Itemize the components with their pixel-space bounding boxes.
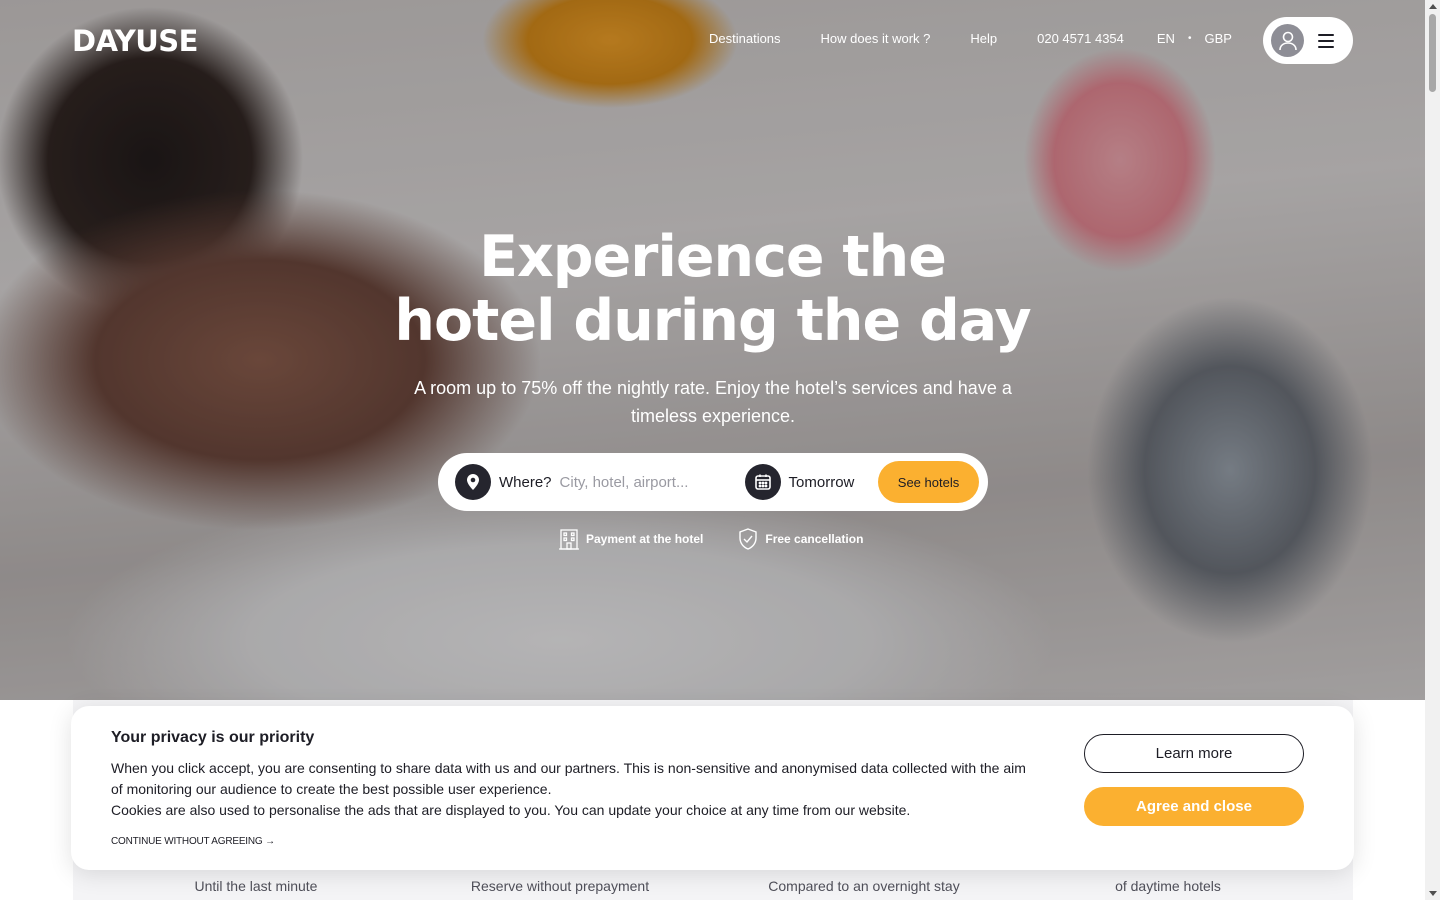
user-menu-button[interactable] <box>1263 17 1353 64</box>
nav-destinations[interactable]: Destinations <box>709 31 781 46</box>
cookie-body: When you click accept, you are consentin… <box>111 758 1041 821</box>
calendar-icon <box>744 464 781 500</box>
perk-cancellation-label: Free cancellation <box>765 532 864 546</box>
scroll-down-icon[interactable] <box>1429 891 1437 896</box>
cookie-title: Your privacy is our priority <box>111 729 315 746</box>
perks-row: Payment at the hotel Free cancellation <box>558 527 863 551</box>
nav-separator: • <box>1187 33 1192 44</box>
learn-more-button[interactable]: Learn more <box>1084 734 1304 773</box>
feature-caption: Reserve without prepayment <box>470 878 650 894</box>
hero-title: Experience the hotel during the day <box>0 225 1425 353</box>
shield-check-icon <box>739 528 758 550</box>
agree-and-close-button[interactable]: Agree and close <box>1084 787 1304 826</box>
search-bar: Where? Tomorrow See hotels <box>438 453 988 511</box>
feature-caption: of daytime hotels <box>1115 878 1221 894</box>
date-value: Tomorrow <box>788 473 855 491</box>
perk-cancellation: Free cancellation <box>737 527 863 551</box>
hero-title-line2: hotel during the day <box>394 288 1031 354</box>
dayuse-logo[interactable]: DAYUSE <box>72 24 199 58</box>
where-input[interactable] <box>559 473 735 491</box>
hamburger-menu-icon <box>1318 33 1334 48</box>
continue-without-agreeing-link[interactable]: CONTINUE WITHOUT AGREEING → <box>111 836 275 847</box>
see-hotels-button[interactable]: See hotels <box>878 461 979 503</box>
date-picker[interactable]: Tomorrow <box>744 464 855 500</box>
feature-caption: Compared to an overnight stay <box>768 878 960 894</box>
nav-phone[interactable]: 020 4571 4354 <box>1037 31 1124 46</box>
nav-help[interactable]: Help <box>970 31 997 46</box>
currency-selector[interactable]: GBP <box>1204 31 1231 46</box>
nav-how-it-works[interactable]: How does it work ? <box>821 31 931 46</box>
hero-title-line1: Experience the <box>479 224 947 290</box>
perk-payment: Payment at the hotel <box>558 527 703 551</box>
language-selector[interactable]: EN <box>1157 31 1175 46</box>
feature-caption: Until the last minute <box>194 878 318 894</box>
user-icon <box>1271 24 1304 57</box>
cookie-banner: Your privacy is our priority When you cl… <box>71 706 1354 870</box>
perk-payment-label: Payment at the hotel <box>586 532 704 546</box>
cookie-body-line2: Cookies are also used to personalise the… <box>111 802 911 818</box>
main-nav: Destinations How does it work ? Help 020… <box>709 31 1232 46</box>
scroll-up-icon[interactable] <box>1429 4 1437 9</box>
scroll-thumb[interactable] <box>1429 14 1436 92</box>
cookie-body-line1: When you click accept, you are consentin… <box>111 760 1026 797</box>
hotel-building-icon <box>559 529 579 550</box>
where-label: Where? <box>499 473 552 491</box>
hero-section: DAYUSE Destinations How does it work ? H… <box>0 0 1425 700</box>
hero-subtitle: A room up to 75% off the nightly rate. E… <box>414 378 1012 426</box>
page-scrollbar[interactable] <box>1425 0 1440 900</box>
map-pin-icon <box>455 464 491 500</box>
